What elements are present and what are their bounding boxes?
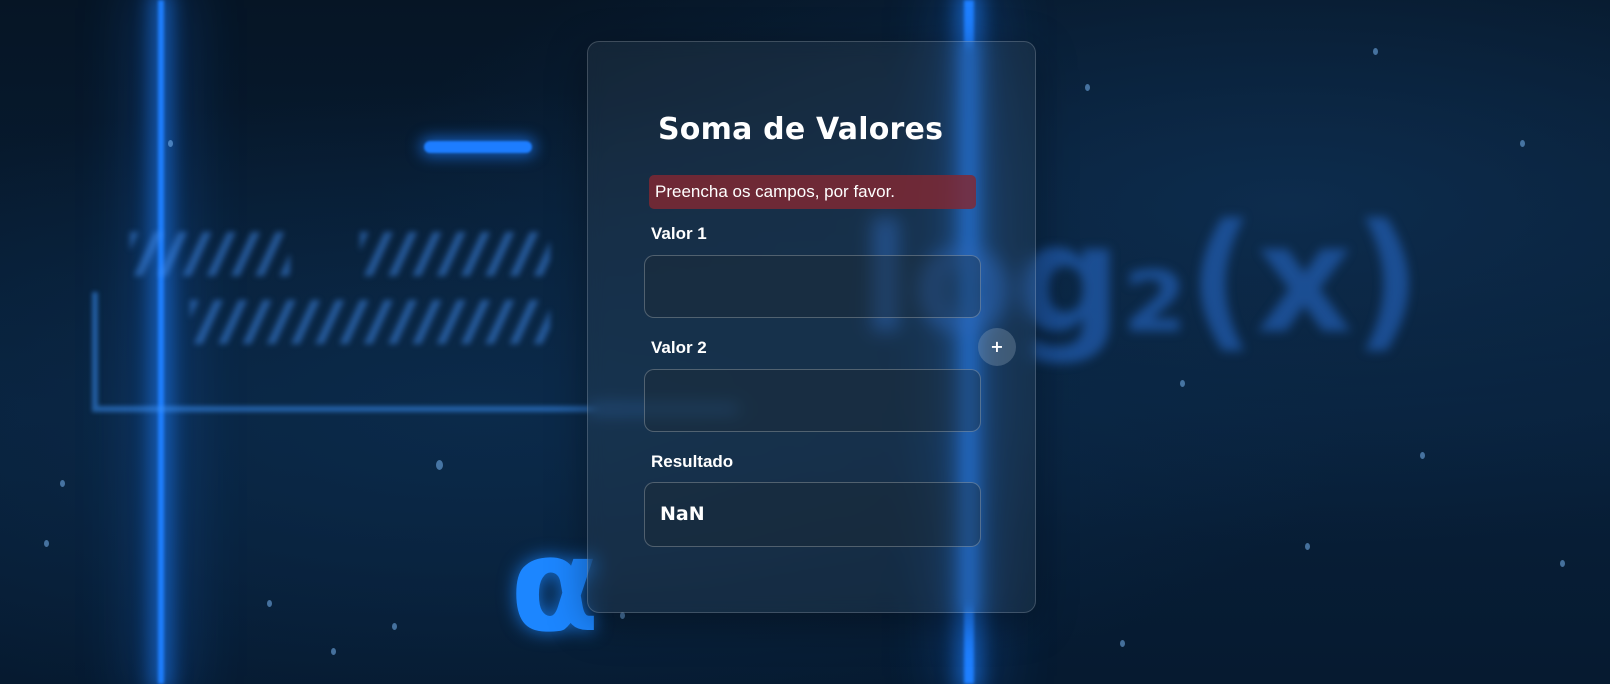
particle — [1560, 560, 1565, 567]
result-box: NaN — [644, 482, 981, 547]
particle — [1305, 543, 1310, 550]
particle — [168, 140, 173, 147]
field1-label: Valor 1 — [651, 224, 707, 243]
sum-card: Soma de Valores Preencha os campos, por … — [587, 41, 1036, 613]
particle — [1373, 48, 1378, 55]
particle — [60, 480, 65, 487]
decorative-hatch — [360, 232, 550, 276]
value2-input[interactable] — [644, 369, 981, 432]
particle — [1085, 84, 1090, 91]
page-title: Soma de Valores — [658, 112, 944, 147]
validation-alert: Preencha os campos, por favor. — [649, 175, 976, 209]
particle — [44, 540, 49, 547]
particle — [436, 460, 443, 470]
particle — [1420, 452, 1425, 459]
particle — [331, 648, 336, 655]
particle — [1180, 380, 1185, 387]
value1-input[interactable] — [644, 255, 981, 318]
field2-label: Valor 2 — [651, 338, 707, 357]
particle — [392, 623, 397, 630]
particle — [1520, 140, 1525, 147]
particle — [267, 600, 272, 607]
result-value: NaN — [660, 503, 705, 525]
particle — [620, 612, 625, 619]
plus-icon: + — [990, 337, 1004, 356]
particle — [1120, 640, 1125, 647]
decorative-hatch — [190, 300, 550, 344]
result-label: Resultado — [651, 452, 734, 471]
decorative-alpha-glyph: α — [510, 509, 600, 661]
decorative-hatch — [130, 232, 290, 276]
decorative-dash — [424, 141, 532, 153]
add-button[interactable]: + — [978, 328, 1016, 366]
